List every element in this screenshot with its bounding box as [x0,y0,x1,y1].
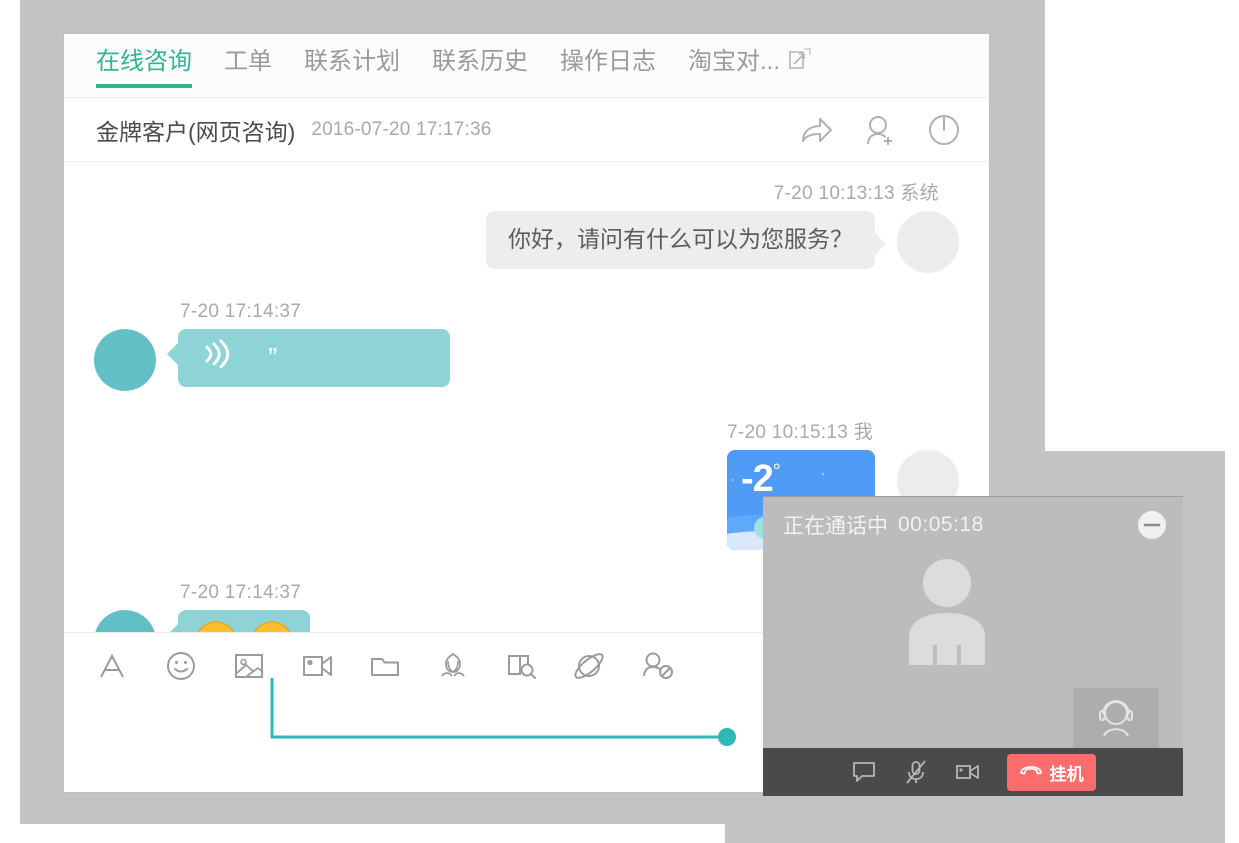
sound-wave-icon [200,338,230,378]
message-meta: 7-20 10:13:13 系统 [773,183,939,204]
header-actions [797,111,963,149]
call-video-stage [763,553,1183,748]
mic-muted-icon[interactable] [903,759,929,785]
avatar [94,329,156,391]
avatar [897,211,959,273]
tab-taobao-chat[interactable]: 淘宝对... [688,34,813,98]
message-item: 7-20 17:14:37 ” [94,301,959,391]
folder-icon[interactable] [364,645,406,687]
add-user-icon[interactable] [861,111,899,149]
planet-icon[interactable] [568,645,610,687]
tab-work-order[interactable]: 工单 [224,34,272,98]
chat-bubble-icon[interactable] [851,759,877,785]
image-icon[interactable] [228,645,270,687]
hangup-button[interactable]: 挂机 [1006,753,1096,791]
video-camera-icon[interactable] [296,645,338,687]
tab-label: 联系历史 [432,48,528,75]
block-user-icon[interactable] [636,645,678,687]
tab-operation-log[interactable]: 操作日志 [560,34,656,98]
tab-online-consult[interactable]: 在线咨询 [96,34,192,98]
hangup-label: 挂机 [1049,764,1084,784]
voice-duration-label: ” [268,342,278,373]
call-controls: 挂机 [763,748,1183,796]
power-icon[interactable] [925,111,963,149]
contact-header: 金牌客户(网页咨询) 2016-07-20 17:17:36 [64,98,989,162]
call-status-label: 正在通话中 [783,515,888,538]
hangup-phone-icon [1019,762,1043,783]
weather-temperature: -2° [741,458,781,500]
tab-label: 工单 [224,48,272,75]
contact-timestamp: 2016-07-20 17:17:36 [311,118,492,140]
popout-icon[interactable] [787,46,813,72]
avatar [94,610,156,632]
tab-label: 操作日志 [560,48,656,75]
tab-bar: 在线咨询 工单 联系计划 联系历史 操作日志 淘宝对... [64,34,989,98]
video-camera-icon[interactable] [955,759,981,785]
flower-icon[interactable] [432,645,474,687]
message-bubble-text: 你好，请问有什么可以为您服务？ [486,211,886,269]
call-title-bar: 正在通话中 00:05:18 [763,497,1183,553]
tab-label: 淘宝对... [688,48,781,75]
message-bubble-voice[interactable]: ” [167,329,450,387]
emoji-icon[interactable] [160,645,202,687]
message-item: 7-20 10:13:13 系统 你好，请问有什么可以为您服务？ [94,178,959,273]
call-pip-self-view[interactable] [1073,688,1159,748]
grinning-face-icon [194,620,238,632]
message-meta: 7-20 17:14:37 [180,301,302,322]
book-search-icon[interactable] [500,645,542,687]
tab-contact-plan[interactable]: 联系计划 [304,34,400,98]
forward-icon[interactable] [797,111,835,149]
minimize-icon[interactable] [1137,510,1167,540]
message-bubble-emoji [167,610,310,632]
headset-person-icon [1092,694,1140,743]
message-meta: 7-20 17:14:37 [180,582,302,603]
tab-contact-history[interactable]: 联系历史 [432,34,528,98]
message-meta: 7-20 10:15:13 我 [726,422,873,443]
grinning-face-icon [250,620,294,632]
font-icon[interactable] [92,645,134,687]
tab-label: 在线咨询 [96,48,192,75]
person-silhouette-icon [903,557,991,665]
contact-name: 金牌客户(网页咨询) [96,118,296,145]
call-window: 正在通话中 00:05:18 挂机 [763,496,1183,796]
tab-label: 联系计划 [304,48,400,75]
screen: 在线咨询 工单 联系计划 联系历史 操作日志 淘宝对... 金牌客户(网页咨询)… [0,0,1239,843]
call-timer: 00:05:18 [898,513,984,536]
